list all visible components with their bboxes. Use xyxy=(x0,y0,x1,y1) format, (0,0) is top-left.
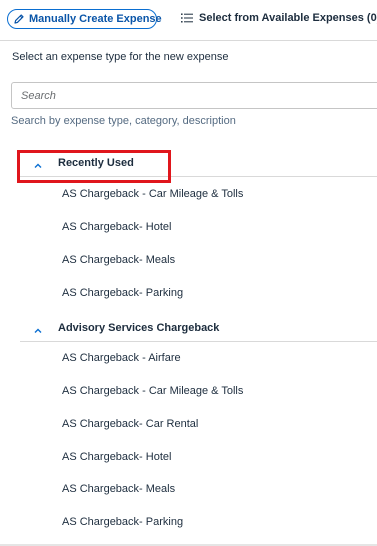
tab-manual-label: Manually Create Expense xyxy=(29,13,162,25)
tab-available-label: Select from Available Expenses (0) xyxy=(199,12,377,24)
list-icon xyxy=(181,13,193,23)
pencil-icon xyxy=(13,13,25,25)
list-item[interactable]: AS Chargeback - Car Mileage & Tolls xyxy=(62,385,243,397)
group-header-advisory-services[interactable]: Advisory Services Chargeback xyxy=(20,319,377,342)
highlight-box xyxy=(17,150,171,183)
search-field[interactable] xyxy=(11,82,377,109)
list-item[interactable]: AS Chargeback - Airfare xyxy=(62,352,181,364)
instruction-text: Select an expense type for the new expen… xyxy=(12,51,229,63)
list-item[interactable]: AS Chargeback- Hotel xyxy=(62,451,171,463)
tab-select-available-expenses[interactable]: Select from Available Expenses (0) xyxy=(181,12,377,24)
tab-bar: Manually Create Expense Select from Avai… xyxy=(0,0,377,41)
list-item[interactable]: AS Chargeback- Car Rental xyxy=(62,418,198,430)
list-item[interactable]: AS Chargeback- Parking xyxy=(62,287,183,299)
group-title: Advisory Services Chargeback xyxy=(58,322,220,334)
search-hint: Search by expense type, category, descri… xyxy=(11,115,236,127)
tab-manually-create-expense[interactable]: Manually Create Expense xyxy=(7,9,162,29)
search-input[interactable] xyxy=(12,83,321,108)
chevron-up-icon[interactable] xyxy=(33,323,43,341)
list-item[interactable]: AS Chargeback - Car Mileage & Tolls xyxy=(62,188,243,200)
list-item[interactable]: AS Chargeback- Hotel xyxy=(62,221,171,233)
list-item[interactable]: AS Chargeback- Parking xyxy=(62,516,183,528)
list-item[interactable]: AS Chargeback- Meals xyxy=(62,483,175,495)
list-item[interactable]: AS Chargeback- Meals xyxy=(62,254,175,266)
